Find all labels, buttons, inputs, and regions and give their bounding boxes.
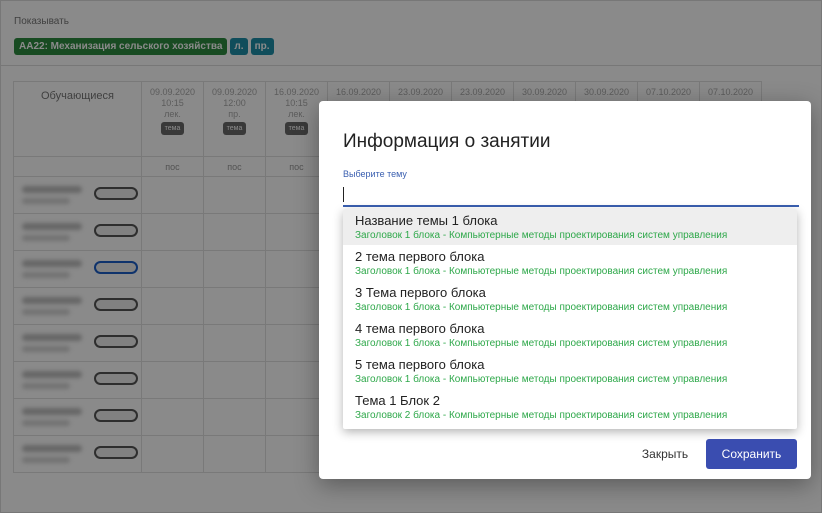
- topic-option-subtitle: Заголовок 1 блока - Компьютерные методы …: [355, 230, 728, 241]
- topic-option-title: Название темы 1 блока: [355, 213, 498, 228]
- topic-option-subtitle: Заголовок 1 блока - Компьютерные методы …: [355, 374, 728, 385]
- dialog-title: Информация о занятии: [343, 131, 551, 152]
- topic-option[interactable]: 3 Тема первого блока Заголовок 1 блока -…: [343, 281, 797, 317]
- topic-option-subtitle: Заголовок 1 блока - Компьютерные методы …: [355, 266, 728, 277]
- topic-option-title: Тема 1 Блок 2: [355, 393, 440, 408]
- topic-select-input[interactable]: [343, 183, 799, 207]
- lesson-info-dialog: Информация о занятии Выберите тему Назва…: [319, 101, 811, 479]
- topic-option-subtitle: Заголовок 1 блока - Компьютерные методы …: [355, 302, 728, 313]
- topic-option[interactable]: 5 тема первого блока Заголовок 1 блока -…: [343, 353, 797, 389]
- topic-option[interactable]: 4 тема первого блока Заголовок 1 блока -…: [343, 317, 797, 353]
- topic-option-title: 5 тема первого блока: [355, 357, 485, 372]
- topic-option[interactable]: Название темы 1 блока Заголовок 1 блока …: [343, 209, 797, 245]
- topic-option-title: 4 тема первого блока: [355, 321, 485, 336]
- topic-option-subtitle: Заголовок 2 блока - Компьютерные методы …: [355, 410, 728, 421]
- topic-option-title: 2 тема первого блока: [355, 249, 485, 264]
- topic-option-title: 3 Тема первого блока: [355, 285, 486, 300]
- app-frame: Показывать АА22: Механизация сельского х…: [0, 0, 822, 513]
- topic-option[interactable]: Тема 1 Блок 2 Заголовок 2 блока - Компью…: [343, 389, 797, 425]
- save-button[interactable]: Сохранить: [706, 439, 797, 469]
- topic-field-label: Выберите тему: [343, 169, 407, 179]
- topic-dropdown-list: Название темы 1 блока Заголовок 1 блока …: [343, 209, 797, 429]
- topic-option[interactable]: 2 тема первого блока Заголовок 1 блока -…: [343, 245, 797, 281]
- topic-option-subtitle: Заголовок 1 блока - Компьютерные методы …: [355, 338, 728, 349]
- close-button[interactable]: Закрыть: [629, 439, 701, 469]
- text-caret: [343, 187, 344, 202]
